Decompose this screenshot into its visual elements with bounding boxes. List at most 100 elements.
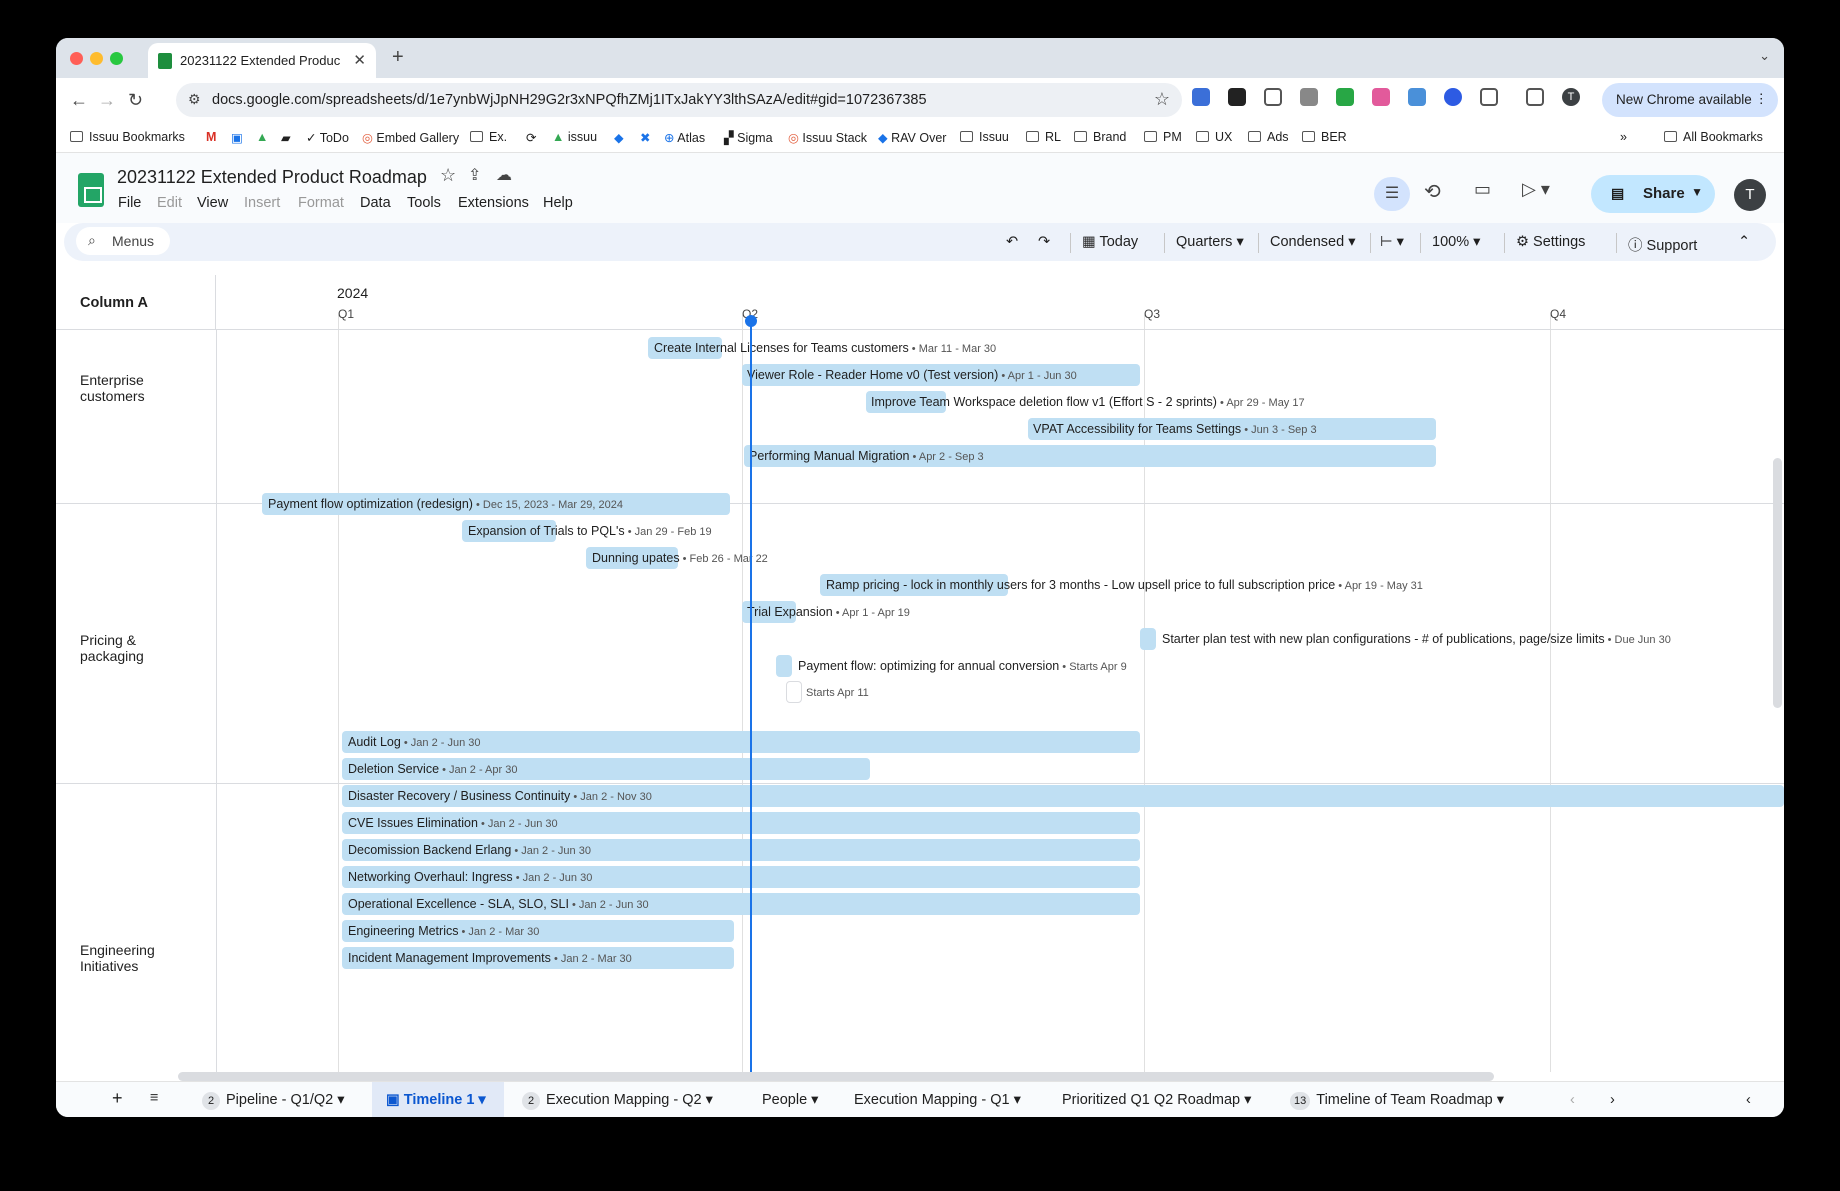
task-label[interactable]: Trial Expansion • Apr 1 - Apr 19 bbox=[747, 601, 910, 623]
task-label[interactable]: Create Internal Licenses for Teams custo… bbox=[654, 337, 996, 359]
tab-search-icon[interactable]: ⌄ bbox=[1759, 48, 1770, 64]
collapse-toolbar-icon[interactable]: ⌃ bbox=[1738, 234, 1750, 250]
extension-icon[interactable] bbox=[1264, 88, 1282, 106]
tab-pipeline[interactable]: 2 Pipeline - Q1/Q2 ▾ bbox=[202, 1092, 345, 1110]
task-label[interactable]: Starter plan test with new plan configur… bbox=[1162, 628, 1671, 650]
horizontal-scrollbar[interactable] bbox=[178, 1072, 1494, 1081]
task-label[interactable]: Disaster Recovery / Business Continuity … bbox=[348, 785, 652, 807]
extension-icon[interactable] bbox=[1192, 88, 1210, 106]
reload-icon[interactable]: ↻ bbox=[128, 90, 143, 111]
task-label[interactable]: CVE Issues Elimination • Jan 2 - Jun 30 bbox=[348, 812, 558, 834]
address-bar[interactable]: ⚙ docs.google.com/spreadsheets/d/1e7ynbW… bbox=[176, 83, 1182, 117]
all-bookmarks-folder[interactable]: All Bookmarks bbox=[1664, 130, 1763, 144]
tab-people[interactable]: People ▾ bbox=[762, 1092, 818, 1108]
meet-icon[interactable]: ▷ ▾ bbox=[1522, 179, 1550, 200]
tab-execution-mapping-q1[interactable]: Execution Mapping - Q1 ▾ bbox=[854, 1092, 1021, 1108]
undo-icon[interactable]: ↶ bbox=[1006, 234, 1018, 250]
menu-file[interactable]: File bbox=[118, 195, 141, 211]
history-icon[interactable]: ⟲ bbox=[1424, 179, 1441, 204]
confluence-icon[interactable]: ✖ bbox=[640, 130, 650, 145]
maximize-window-button[interactable] bbox=[110, 52, 123, 65]
bookmark-item[interactable]: ◎ Embed Gallery bbox=[362, 130, 459, 145]
task-label[interactable]: Improve Team Workspace deletion flow v1 … bbox=[871, 391, 1305, 413]
collapse-panel-icon[interactable]: ‹ bbox=[1746, 1092, 1751, 1108]
bookmark-item[interactable]: PM bbox=[1144, 130, 1182, 144]
calendar-icon[interactable]: ▣ bbox=[231, 130, 243, 145]
today-button[interactable]: ▦ Today bbox=[1082, 234, 1138, 250]
task-label[interactable]: Audit Log • Jan 2 - Jun 30 bbox=[348, 731, 481, 753]
extension-icon[interactable] bbox=[1300, 88, 1318, 106]
menu-insert[interactable]: Insert bbox=[244, 195, 280, 211]
comment-icon[interactable]: ▭ bbox=[1474, 179, 1491, 200]
task-label[interactable]: Engineering Metrics • Jan 2 - Mar 30 bbox=[348, 920, 539, 942]
present-icon[interactable]: ☰ bbox=[1374, 177, 1410, 211]
more-bookmarks-icon[interactable]: » bbox=[1620, 130, 1627, 144]
star-icon[interactable]: ☆ bbox=[440, 165, 456, 186]
task-label[interactable]: Payment flow optimization (redesign) • D… bbox=[268, 493, 623, 515]
bookmark-item[interactable]: ◎ Issuu Stack bbox=[788, 130, 867, 145]
menus-search[interactable]: ⌕ Menus bbox=[76, 227, 170, 255]
support-button[interactable]: ⓘ Support bbox=[1628, 234, 1697, 255]
extension-icon[interactable] bbox=[1444, 88, 1462, 106]
menu-extensions[interactable]: Extensions bbox=[458, 195, 529, 211]
browser-tab[interactable]: 20231122 Extended Product Roadmap ✕ bbox=[148, 43, 376, 78]
task-label[interactable]: Viewer Role - Reader Home v0 (Test versi… bbox=[747, 364, 1077, 386]
task-label[interactable]: Starts Apr 11 bbox=[806, 681, 869, 703]
task-bar[interactable] bbox=[776, 655, 792, 677]
cloud-status-icon[interactable]: ☁ bbox=[496, 165, 512, 185]
extension-icon[interactable]: ▰ bbox=[281, 130, 291, 145]
quarters-dropdown[interactable]: Quarters ▾ bbox=[1176, 234, 1244, 250]
column-a-label[interactable]: Column A bbox=[80, 295, 148, 311]
sheets-logo-icon[interactable] bbox=[78, 173, 104, 207]
bookmark-item[interactable]: Ex. bbox=[470, 130, 507, 144]
task-label[interactable]: VPAT Accessibility for Teams Settings • … bbox=[1033, 418, 1317, 440]
task-label[interactable]: Decomission Backend Erlang • Jan 2 - Jun… bbox=[348, 839, 591, 861]
share-dropdown-icon[interactable]: ▼ bbox=[1691, 185, 1703, 199]
bookmark-item[interactable]: Issuu Bookmarks bbox=[70, 130, 185, 144]
close-window-button[interactable] bbox=[70, 52, 83, 65]
settings-button[interactable]: ⚙ Settings bbox=[1516, 234, 1585, 250]
task-label[interactable]: Performing Manual Migration • Apr 2 - Se… bbox=[749, 445, 984, 467]
share-button[interactable]: ▤ Share ▼ bbox=[1591, 175, 1715, 213]
task-label[interactable]: Incident Management Improvements • Jan 2… bbox=[348, 947, 632, 969]
task-label[interactable]: Deletion Service • Jan 2 - Apr 30 bbox=[348, 758, 517, 780]
side-panel-icon[interactable] bbox=[1526, 88, 1544, 106]
bookmark-item[interactable]: ▲ issuu bbox=[552, 130, 597, 144]
scroll-tabs-left-icon[interactable]: ‹ bbox=[1570, 1092, 1575, 1108]
puzzle-icon[interactable] bbox=[1480, 88, 1498, 106]
document-title[interactable]: 20231122 Extended Product Roadmap bbox=[117, 167, 427, 188]
move-icon[interactable]: ⇪ bbox=[468, 165, 481, 185]
bookmark-item[interactable]: ⊕ Atlas bbox=[664, 130, 705, 145]
condensed-dropdown[interactable]: Condensed ▾ bbox=[1270, 234, 1355, 250]
gmail-icon[interactable]: M bbox=[206, 130, 216, 144]
task-bar[interactable] bbox=[786, 681, 802, 703]
tab-prioritized-roadmap[interactable]: Prioritized Q1 Q2 Roadmap ▾ bbox=[1062, 1092, 1251, 1108]
menu-format[interactable]: Format bbox=[298, 195, 344, 211]
bookmark-item[interactable]: Issuu bbox=[960, 130, 1009, 144]
task-label[interactable]: Ramp pricing - lock in monthly users for… bbox=[826, 574, 1423, 596]
tab-timeline-1[interactable]: ▣ Timeline 1 ▾ bbox=[386, 1092, 486, 1108]
bookmark-item[interactable]: Ads bbox=[1248, 130, 1289, 144]
close-tab-icon[interactable]: ✕ bbox=[353, 51, 366, 69]
jira-icon[interactable]: ◆ bbox=[614, 130, 624, 145]
redo-icon[interactable]: ↷ bbox=[1038, 234, 1050, 250]
scroll-tabs-right-icon[interactable]: › bbox=[1610, 1092, 1615, 1108]
account-avatar[interactable]: T bbox=[1734, 179, 1766, 211]
minimize-window-button[interactable] bbox=[90, 52, 103, 65]
link-icon[interactable]: ⟳ bbox=[526, 130, 536, 145]
task-label[interactable]: Operational Excellence - SLA, SLO, SLI •… bbox=[348, 893, 649, 915]
tab-execution-mapping-q2[interactable]: 2 Execution Mapping - Q2 ▾ bbox=[522, 1092, 713, 1110]
task-label[interactable]: Dunning upates • Feb 26 - Mar 22 bbox=[592, 547, 768, 569]
today-marker-dot[interactable] bbox=[745, 315, 757, 327]
vertical-scrollbar[interactable] bbox=[1773, 458, 1782, 708]
all-sheets-icon[interactable]: ≡ bbox=[150, 1090, 158, 1106]
zoom-dropdown[interactable]: 100% ▾ bbox=[1432, 234, 1480, 250]
bookmark-item[interactable]: Brand bbox=[1074, 130, 1126, 144]
add-sheet-icon[interactable]: + bbox=[112, 1088, 123, 1109]
new-chrome-button[interactable]: New Chrome available ⋮ bbox=[1602, 83, 1778, 117]
back-icon[interactable]: ← bbox=[70, 90, 88, 111]
bookmark-item[interactable]: ✓ ToDo bbox=[306, 130, 349, 145]
bookmark-item[interactable]: RL bbox=[1026, 130, 1061, 144]
task-label[interactable]: Expansion of Trials to PQL's • Jan 29 - … bbox=[468, 520, 712, 542]
menu-edit[interactable]: Edit bbox=[157, 195, 182, 211]
